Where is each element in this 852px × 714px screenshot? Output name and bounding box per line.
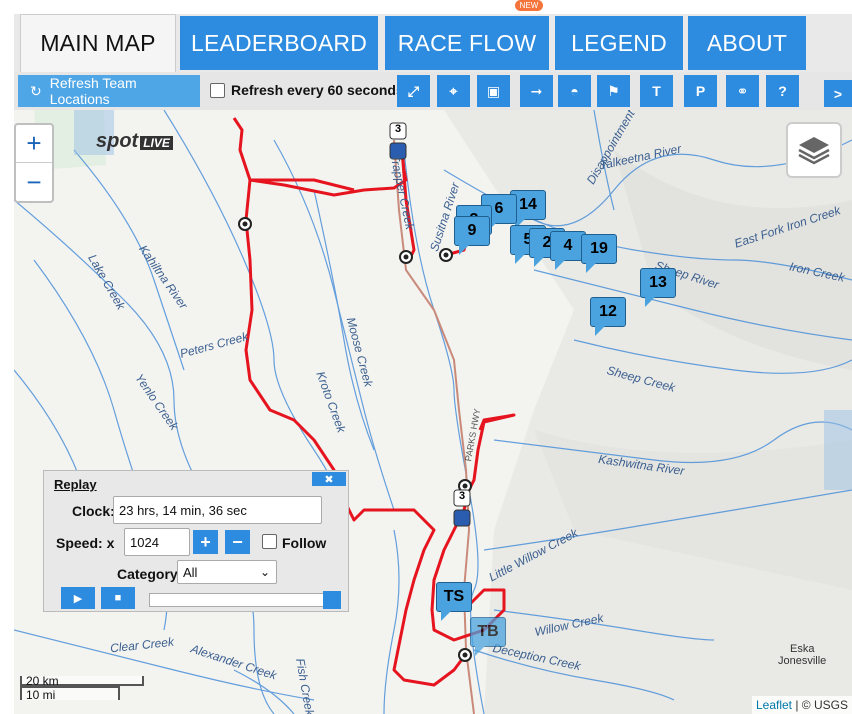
team-marker-19[interactable]: 19	[581, 234, 617, 273]
replay-close-button[interactable]: ✖	[312, 472, 346, 486]
map-label-jonesville: Jonesville	[778, 655, 827, 667]
clock-field[interactable]: 23 hrs, 14 min, 36 sec	[113, 496, 322, 524]
speed-minus-button[interactable]: −	[225, 530, 250, 554]
t-icon[interactable]: T	[640, 75, 673, 107]
follow-label: Follow	[282, 535, 327, 551]
map-base-layer	[14, 110, 852, 714]
replay-panel: ✖ Replay Clock: 23 hrs, 14 min, 36 sec S…	[43, 470, 349, 612]
scale-mi: 10 mi	[20, 686, 120, 702]
refresh-button-label: Refresh Team Locations	[49, 75, 137, 107]
highway-shield-3-north: 3	[395, 123, 402, 135]
tab-race-flow[interactable]: RACE FLOW	[385, 16, 549, 70]
auto-refresh-option[interactable]: Refresh every 60 seconds	[210, 82, 404, 98]
image-icon[interactable]: ▣	[477, 75, 510, 107]
tab-bar: MAIN MAP LEADERBOARD RACE FLOW LEGEND AB…	[0, 0, 852, 72]
speed-label: Speed: x	[56, 535, 115, 551]
arrow-right-icon[interactable]: ➞	[520, 75, 553, 107]
auto-refresh-label: Refresh every 60 seconds	[231, 82, 404, 98]
stop-button[interactable]: ■	[101, 587, 135, 609]
scale-km: 20 km	[20, 675, 144, 687]
leaflet-link[interactable]: Leaflet	[756, 698, 792, 712]
auto-refresh-checkbox[interactable]	[210, 82, 225, 98]
spot-logo-sub: LIVE	[140, 136, 173, 150]
team-marker-tb[interactable]: TB	[470, 617, 506, 656]
speed-plus-button[interactable]: +	[193, 530, 218, 554]
tab-legend[interactable]: LEGEND	[555, 16, 683, 70]
replay-slider-handle[interactable]	[323, 591, 341, 609]
flag-icon[interactable]: ⚑	[597, 75, 630, 107]
team-marker-13[interactable]: 13	[640, 268, 676, 307]
spot-live-logo: spot LIVE	[94, 130, 173, 153]
zoom-control: + −	[14, 123, 54, 203]
highway-shield-3-south: 3	[459, 490, 466, 502]
map-attribution: Leaflet | © USGS	[751, 696, 852, 714]
category-select-value: All	[183, 564, 198, 580]
fullscreen-icon[interactable]: ⤢	[397, 75, 430, 107]
refresh-icon: ↻	[30, 82, 42, 99]
p-icon[interactable]: P	[684, 75, 717, 107]
tab-main-map[interactable]: MAIN MAP	[20, 14, 176, 72]
clock-label: Clock:	[72, 503, 115, 519]
help-icon[interactable]: ?	[766, 75, 799, 107]
circle-icon[interactable]: ◓	[558, 75, 591, 107]
follow-checkbox[interactable]	[262, 534, 277, 549]
zoom-in-button[interactable]: +	[16, 125, 52, 163]
team-marker-ts[interactable]: TS	[436, 582, 472, 621]
map-label-eska: Eska	[790, 643, 815, 655]
replay-title[interactable]: Replay	[54, 477, 97, 492]
team-marker-12[interactable]: 12	[590, 297, 626, 336]
tab-about[interactable]: ABOUT	[688, 16, 806, 70]
category-select[interactable]: All ⌄	[177, 560, 277, 584]
layers-button[interactable]	[786, 122, 842, 178]
team-marker-9[interactable]: 9	[454, 216, 490, 255]
spot-logo-text: spot	[96, 130, 139, 152]
chevron-down-icon: ⌄	[259, 565, 270, 579]
zoom-out-button[interactable]: −	[16, 163, 52, 201]
expand-icon[interactable]: >	[824, 80, 852, 107]
map-scale: 20 km 10 mi	[20, 675, 144, 702]
category-label: Category:	[117, 566, 183, 582]
map-view[interactable]: 3 3 Talkeetna River Disappointment East …	[14, 110, 852, 714]
layers-icon	[798, 137, 830, 165]
toolbar: ↻ Refresh Team Locations Refresh every 6…	[14, 72, 852, 110]
refresh-team-locations-button[interactable]: ↻ Refresh Team Locations	[18, 75, 200, 107]
attribution-text: | © USGS	[795, 698, 848, 712]
link-icon[interactable]: ⚭	[726, 75, 759, 107]
new-badge: NEW	[515, 0, 543, 11]
play-button[interactable]: ▶	[61, 587, 95, 609]
tab-leaderboard[interactable]: LEADERBOARD	[180, 16, 378, 70]
speed-field[interactable]: 1024	[124, 528, 190, 556]
locate-icon[interactable]: ⌖	[437, 75, 470, 107]
replay-progress-slider[interactable]	[149, 591, 341, 609]
